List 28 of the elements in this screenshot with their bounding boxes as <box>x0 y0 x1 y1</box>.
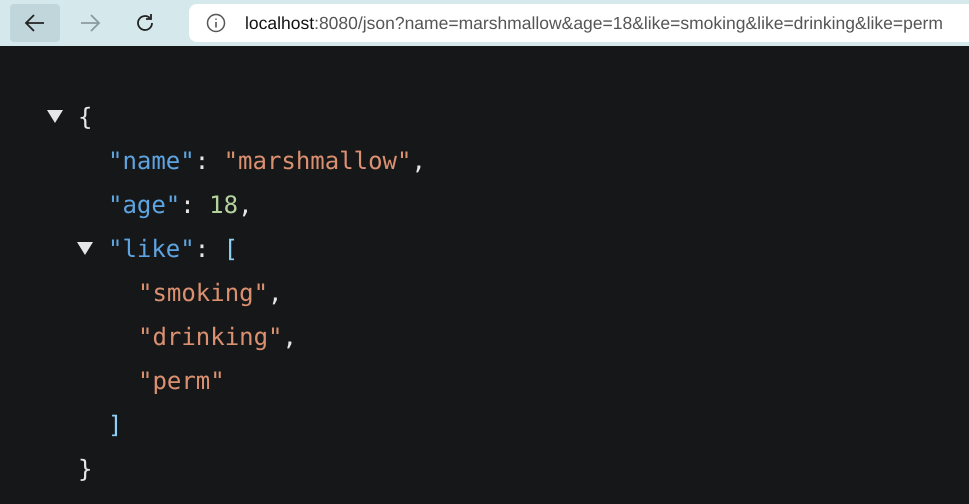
json-string: "perm" <box>138 367 225 395</box>
json-bracket: ] <box>108 411 122 439</box>
json-punctuation: : <box>180 191 196 219</box>
json-key: "like" <box>108 235 195 263</box>
reload-icon <box>134 12 156 34</box>
json-punctuation: , <box>268 279 282 307</box>
expand-toggle-icon[interactable] <box>77 242 93 256</box>
info-icon[interactable] <box>206 13 226 33</box>
json-string: "drinking" <box>138 323 282 351</box>
expand-toggle-icon[interactable] <box>47 110 63 124</box>
json-punctuation: { <box>78 103 92 131</box>
json-string: "smoking" <box>138 279 268 307</box>
json-punctuation: } <box>78 455 92 483</box>
address-bar[interactable]: localhost:8080/json?name=marshmallow&age=18&like=smoking&like=drinking&like=perm <box>189 4 969 42</box>
json-bracket: [ <box>224 235 238 263</box>
json-punctuation: , <box>282 323 297 351</box>
left-arrow-icon <box>24 12 46 34</box>
json-punctuation: : <box>194 147 210 175</box>
json-key: "name" <box>108 147 195 175</box>
url-text: localhost:8080/json?name=marshmallow&age=18&like=smoking&like=drinking&like=perm <box>245 12 943 34</box>
right-arrow-icon <box>79 12 101 34</box>
json-punctuation: , <box>411 147 426 175</box>
json-string: "marshmallow" <box>224 147 412 175</box>
json-key: "age" <box>108 191 180 219</box>
json-punctuation: : <box>194 235 210 263</box>
back-button[interactable] <box>10 4 60 42</box>
json-punctuation: , <box>238 191 253 219</box>
json-number: 18 <box>209 191 238 219</box>
